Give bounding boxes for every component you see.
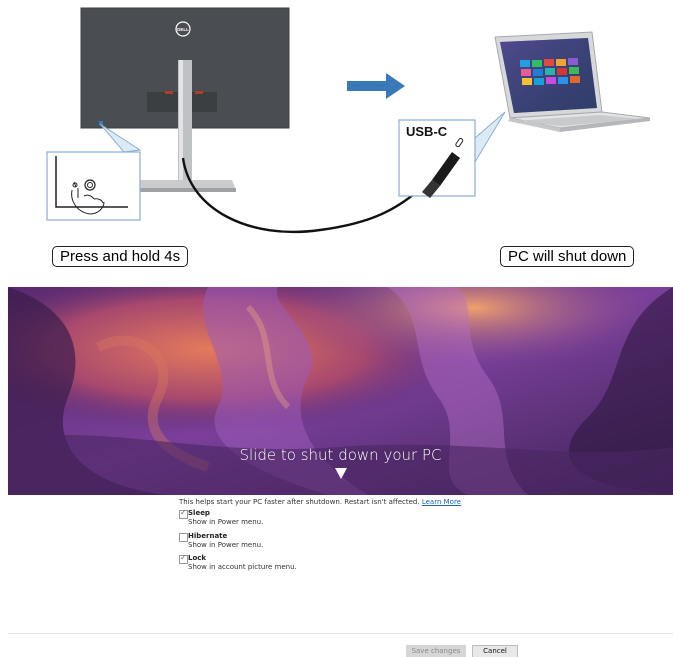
hibernate-label: Hibernate	[188, 532, 228, 540]
power-settings-panel: This helps start your PC faster after sh…	[8, 495, 673, 657]
lock-desc: Show in account picture menu.	[188, 563, 297, 571]
lock-checkbox[interactable]: ✓	[179, 553, 188, 564]
slide-to-shutdown-text[interactable]: Slide to shut down your PC	[8, 446, 673, 464]
pc-shutdown-label: PC will shut down	[500, 246, 635, 267]
sleep-checkbox[interactable]: ✓	[179, 508, 188, 519]
save-changes-button[interactable]: Save changes	[406, 645, 466, 657]
check-icon: ✓	[180, 508, 187, 517]
laptop-icon	[494, 31, 651, 132]
hibernate-checkbox[interactable]	[179, 533, 188, 542]
lock-label: Lock	[188, 554, 207, 562]
hibernate-desc: Show in Power menu.	[188, 541, 264, 549]
shutdown-screen: Slide to shut down your PC This helps st…	[8, 287, 673, 657]
sleep-desc: Show in Power menu.	[188, 518, 264, 526]
illustration: DELL	[46, 7, 651, 234]
arrow-right-icon	[347, 73, 405, 99]
cable-icon	[181, 157, 423, 234]
usb-c-label: USB-C	[406, 124, 448, 139]
footer-divider	[8, 633, 673, 634]
sleep-label: Sleep	[188, 509, 210, 517]
slide-down-arrow-icon[interactable]	[335, 468, 347, 479]
learn-more-link[interactable]: Learn More	[422, 498, 461, 506]
power-button-finger-icon	[46, 123, 142, 221]
dell-logo: DELL	[177, 27, 189, 32]
check-icon: ✓	[180, 553, 187, 562]
press-hold-label: Press and hold 4s	[52, 246, 189, 267]
cancel-button[interactable]: Cancel	[472, 645, 518, 657]
fast-startup-desc: This helps start your PC faster after sh…	[179, 498, 461, 506]
